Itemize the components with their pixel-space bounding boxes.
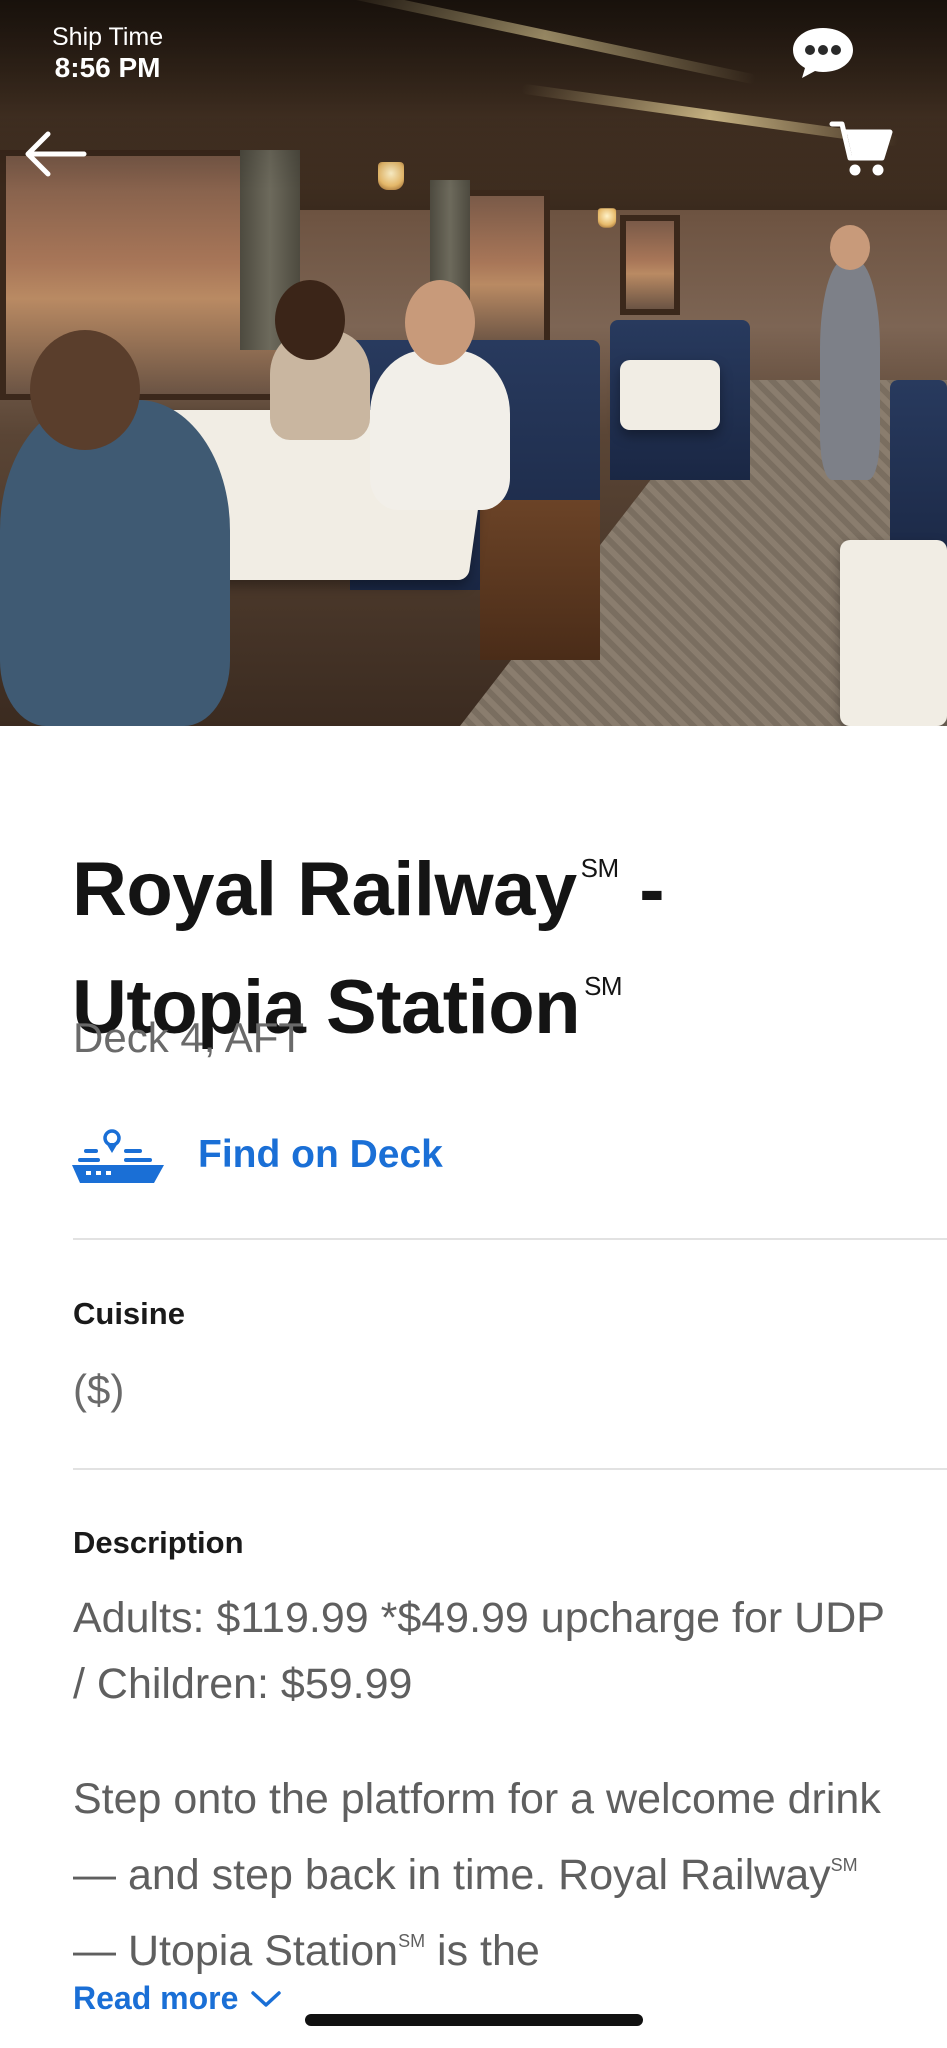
hero-guest-head — [30, 330, 140, 450]
hero-guest — [370, 350, 510, 510]
ship-time-label: Ship Time — [52, 23, 164, 51]
divider — [73, 1468, 947, 1470]
description-body-part-2: — Utopia Station — [73, 1927, 399, 1975]
description-heading: Description — [73, 1525, 244, 1560]
description-body-part-3: is the — [425, 1927, 540, 1975]
cart-icon — [829, 121, 893, 176]
hero-window — [620, 215, 680, 315]
hero-guest — [0, 400, 230, 726]
hero-guest-head — [405, 280, 475, 365]
cart-button[interactable] — [828, 118, 894, 180]
home-indicator[interactable] — [305, 2014, 643, 2026]
hero-server — [820, 260, 880, 480]
read-more-label: Read more — [73, 1980, 239, 2016]
find-on-deck-label: Find on Deck — [198, 1133, 443, 1176]
read-more-link[interactable]: Read more — [73, 1980, 282, 2017]
ship-time: Ship Time 8:56 PM — [52, 22, 163, 84]
description-body: Step onto the platform for a welcome dri… — [73, 1766, 893, 1984]
chat-bubble-icon — [793, 28, 853, 78]
cuisine-value: ($) — [73, 1366, 125, 1413]
title-dash: - — [618, 847, 665, 932]
hero-guest-head — [275, 280, 345, 360]
service-mark: SM — [398, 1931, 426, 1951]
service-mark: SM — [580, 853, 620, 883]
hero-server-head — [830, 225, 870, 270]
find-on-deck-button[interactable]: Find on Deck — [72, 1120, 443, 1190]
description-pricing: Adults: $119.99 *$49.99 upcharge for UDP… — [73, 1594, 885, 1708]
divider — [73, 1238, 947, 1240]
service-mark: SM — [584, 971, 623, 1001]
service-mark: SM — [830, 1855, 858, 1875]
back-button[interactable] — [20, 126, 90, 182]
description-body-part-1: Step onto the platform for a welcome dri… — [73, 1775, 881, 1899]
chevron-down-icon — [251, 1990, 282, 2007]
hero-wall-lamp — [597, 208, 617, 228]
hero-table — [840, 540, 947, 726]
venue-location: Deck 4, AFT — [73, 1014, 305, 1061]
cuisine-heading: Cuisine — [73, 1296, 185, 1331]
hero-booth-wood — [480, 500, 600, 660]
hero-image — [0, 0, 947, 726]
chat-button[interactable] — [790, 24, 856, 80]
title-line-1: Royal Railway — [72, 847, 577, 932]
ship-time-value: 8:56 PM — [54, 52, 161, 83]
ship-location-icon — [72, 1129, 164, 1183]
hero-table — [620, 360, 720, 430]
back-arrow-icon — [25, 131, 87, 177]
